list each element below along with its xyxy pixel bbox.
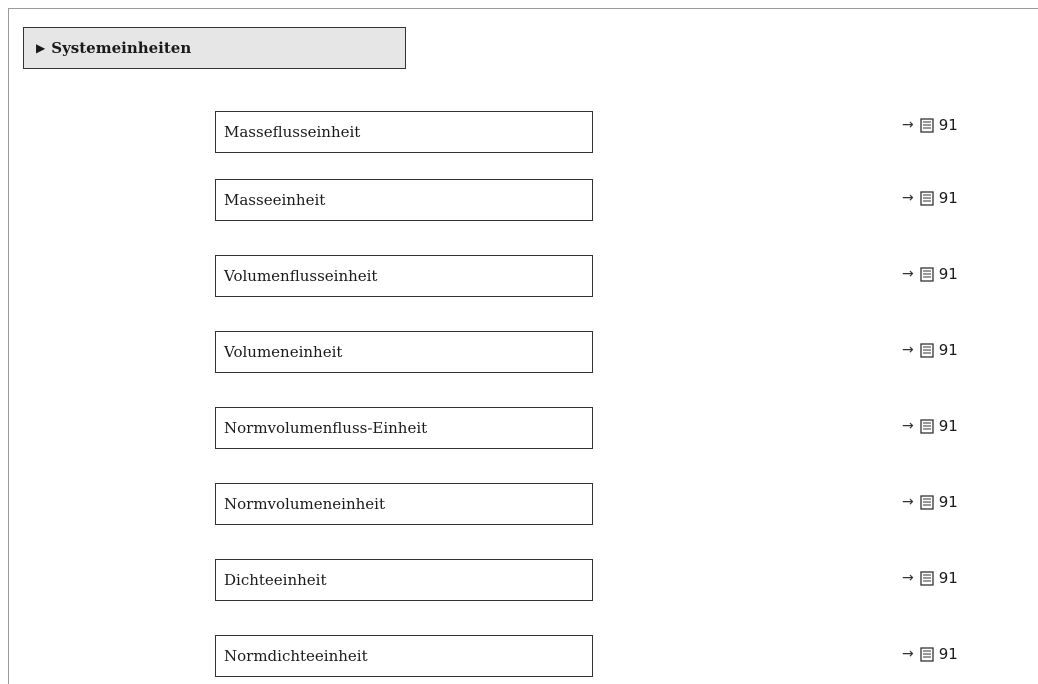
- arrow-right-icon: →: [902, 342, 914, 358]
- page-reference: → 91: [902, 568, 1022, 588]
- page-number: 91: [938, 189, 958, 207]
- parameter-box: Volumenflusseinheit: [215, 255, 593, 297]
- arrow-right-icon: →: [902, 570, 914, 586]
- parameter-label: Volumenflusseinheit: [224, 267, 378, 285]
- page-reference: → 91: [902, 115, 1022, 135]
- section-title: Systemeinheiten: [51, 39, 192, 57]
- page-number: 91: [938, 265, 958, 283]
- book-icon: [920, 190, 934, 206]
- page-reference: → 91: [902, 492, 1022, 512]
- parameter-label: Volumeneinheit: [224, 343, 343, 361]
- page-reference: → 91: [902, 188, 1022, 208]
- book-icon: [920, 418, 934, 434]
- page-number: 91: [938, 569, 958, 587]
- page-reference: → 91: [902, 340, 1022, 360]
- book-icon: [920, 117, 934, 133]
- page-reference: → 91: [902, 264, 1022, 284]
- page-number: 91: [938, 116, 958, 134]
- parameter-box: Normvolumenfluss-Einheit: [215, 407, 593, 449]
- parameter-box: Normvolumeneinheit: [215, 483, 593, 525]
- book-icon: [920, 342, 934, 358]
- book-icon: [920, 570, 934, 586]
- arrow-right-icon: →: [902, 418, 914, 434]
- arrow-right-icon: →: [902, 190, 914, 206]
- parameter-label: Masseeinheit: [224, 191, 326, 209]
- parameter-label: Normdichteeinheit: [224, 647, 368, 665]
- page-reference: → 91: [902, 416, 1022, 436]
- parameter-box: Normdichteeinheit: [215, 635, 593, 677]
- page-reference: → 91: [902, 644, 1022, 664]
- page-number: 91: [938, 341, 958, 359]
- page-number: 91: [938, 645, 958, 663]
- page-number: 91: [938, 417, 958, 435]
- parameter-label: Masseflusseinheit: [224, 123, 361, 141]
- parameter-box: Dichteeinheit: [215, 559, 593, 601]
- arrow-right-icon: →: [902, 266, 914, 282]
- arrow-right-icon: →: [902, 117, 914, 133]
- parameter-label: Normvolumenfluss-Einheit: [224, 419, 428, 437]
- arrow-right-icon: →: [902, 646, 914, 662]
- parameter-label: Normvolumeneinheit: [224, 495, 385, 513]
- section-header: ▶ Systemeinheiten: [23, 27, 406, 69]
- parameter-label: Dichteeinheit: [224, 571, 327, 589]
- parameter-box: Masseflusseinheit: [215, 111, 593, 153]
- book-icon: [920, 494, 934, 510]
- triangle-right-icon: ▶: [36, 41, 46, 55]
- arrow-right-icon: →: [902, 494, 914, 510]
- parameter-box: Masseeinheit: [215, 179, 593, 221]
- page-number: 91: [938, 493, 958, 511]
- parameter-box: Volumeneinheit: [215, 331, 593, 373]
- book-icon: [920, 266, 934, 282]
- book-icon: [920, 646, 934, 662]
